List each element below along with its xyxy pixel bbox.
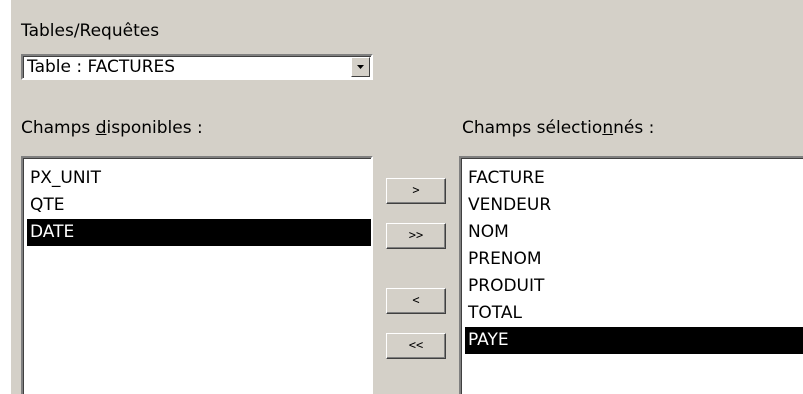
selected-fields-label-accesskey: n — [602, 118, 614, 138]
list-item[interactable]: NOM — [465, 219, 803, 246]
combobox-value: Table : FACTURES — [27, 57, 176, 77]
selected-fields-label-before: Champs sélectio — [462, 118, 603, 138]
selected-fields-label: Champs sélectionnés : — [462, 118, 654, 138]
available-fields-list[interactable]: PX_UNIT QTE DATE — [21, 156, 373, 394]
list-item[interactable]: FACTURE — [465, 165, 803, 192]
available-fields-label-accesskey: d — [95, 118, 107, 138]
available-fields-label-before: Champs — [21, 118, 96, 138]
list-item[interactable]: PRENOM — [465, 246, 803, 273]
tables-queries-combobox[interactable]: Table : FACTURES — [21, 54, 373, 80]
add-all-fields-button[interactable]: >> — [386, 223, 446, 249]
chevron-down-icon — [357, 65, 364, 69]
available-fields-label: Champs disponibles : — [21, 118, 203, 138]
list-item[interactable]: PRODUIT — [465, 273, 803, 300]
list-item[interactable]: TOTAL — [465, 300, 803, 327]
list-item[interactable]: PAYE — [465, 327, 803, 354]
add-field-button[interactable]: > — [386, 178, 446, 204]
remove-field-button[interactable]: < — [386, 288, 446, 314]
list-item[interactable]: VENDEUR — [465, 192, 803, 219]
list-item[interactable]: QTE — [27, 192, 371, 219]
list-item[interactable]: DATE — [27, 219, 371, 246]
query-wizard-dialog: Tables/Requêtes Table : FACTURES Champs … — [11, 0, 803, 394]
remove-all-fields-button[interactable]: << — [386, 333, 446, 359]
list-item[interactable]: PX_UNIT — [27, 165, 371, 192]
dropdown-button[interactable] — [351, 57, 370, 77]
available-fields-label-after: isponibles : — [106, 118, 203, 138]
tables-queries-label: Tables/Requêtes — [21, 21, 160, 41]
selected-fields-list[interactable]: FACTURE VENDEUR NOM PRENOM PRODUIT TOTAL… — [459, 156, 803, 394]
selected-fields-label-after: nés : — [613, 118, 655, 138]
